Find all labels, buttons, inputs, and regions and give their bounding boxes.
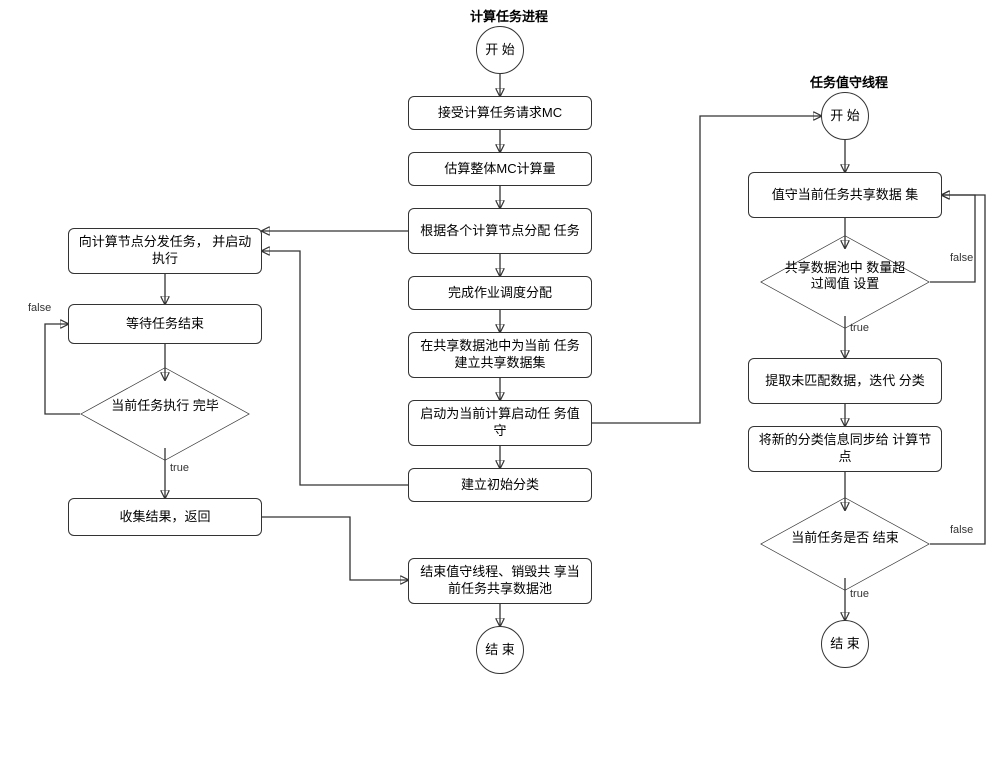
diamond-threshold bbox=[760, 235, 930, 328]
label-false-end: false bbox=[950, 524, 973, 536]
label-true-end: true bbox=[850, 588, 869, 600]
label-false-left: false bbox=[28, 302, 51, 314]
end-daemon: 结 束 bbox=[821, 620, 869, 668]
diamond-task-done bbox=[80, 367, 250, 460]
box-sync-classify: 将新的分类信息同步给 计算节点 bbox=[748, 426, 942, 472]
label-true-left: true bbox=[170, 462, 189, 474]
box-end-daemon: 结束值守线程、销毁共 享当前任务共享数据池 bbox=[408, 558, 592, 604]
label-true-threshold: true bbox=[850, 322, 869, 334]
end-main: 结 束 bbox=[476, 626, 524, 674]
title-main: 计算任务进程 bbox=[470, 6, 548, 25]
box-collect-return: 收集结果，返回 bbox=[68, 498, 262, 536]
start-main: 开 始 bbox=[476, 26, 524, 74]
box-wait-task: 等待任务结束 bbox=[68, 304, 262, 344]
box-start-daemon: 启动为当前计算启动任 务值守 bbox=[408, 400, 592, 446]
box-init-classify: 建立初始分类 bbox=[408, 468, 592, 502]
title-daemon: 任务值守线程 bbox=[810, 72, 888, 91]
label-false-threshold: false bbox=[950, 252, 973, 264]
box-dispatch-start: 向计算节点分发任务， 并启动执行 bbox=[68, 228, 262, 274]
box-finish-schedule: 完成作业调度分配 bbox=[408, 276, 592, 310]
start-daemon: 开 始 bbox=[821, 92, 869, 140]
box-estimate-mc: 估算整体MC计算量 bbox=[408, 152, 592, 186]
box-guard-shared: 值守当前任务共享数据 集 bbox=[748, 172, 942, 218]
box-extract-iterate: 提取未匹配数据，迭代 分类 bbox=[748, 358, 942, 404]
box-allocate-nodes: 根据各个计算节点分配 任务 bbox=[408, 208, 592, 254]
diamond-task-end bbox=[760, 497, 930, 590]
box-accept-task: 接受计算任务请求MC bbox=[408, 96, 592, 130]
box-build-shared: 在共享数据池中为当前 任务建立共享数据集 bbox=[408, 332, 592, 378]
